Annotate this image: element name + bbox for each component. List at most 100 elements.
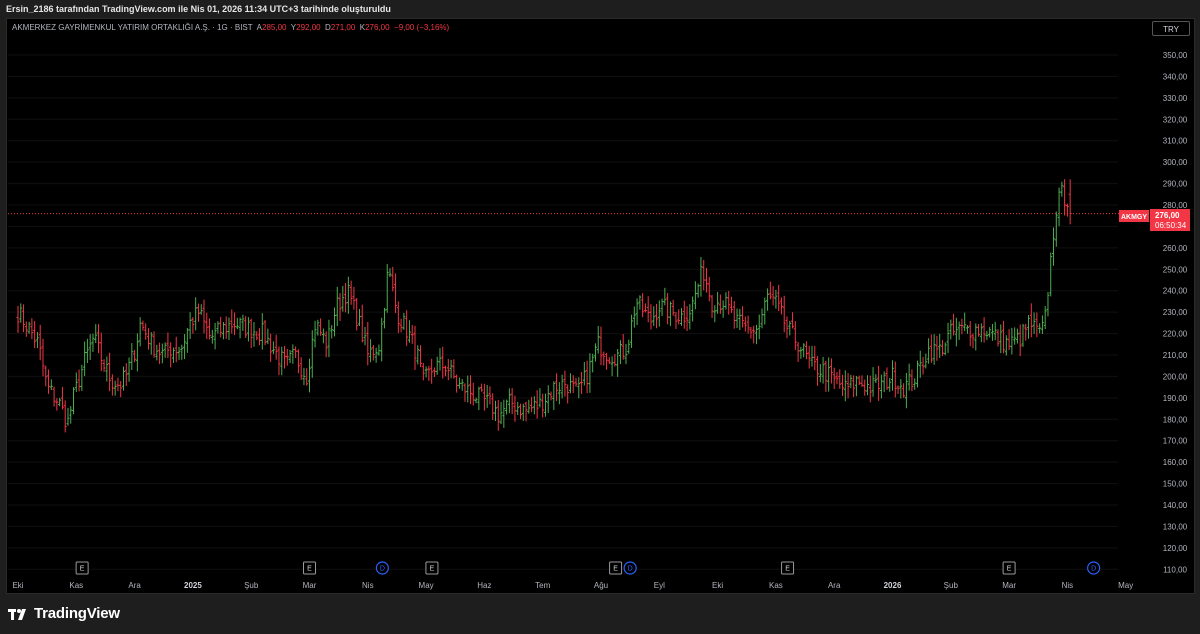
ohlc-bar <box>624 344 628 365</box>
time-tick-label: Şub <box>944 581 959 590</box>
ohlc-bar <box>258 328 262 346</box>
ohlc-bar <box>116 377 120 392</box>
ohlc-bar <box>974 323 978 351</box>
ohlc-bar <box>349 280 353 305</box>
ohlc-bar <box>527 399 531 414</box>
ohlc-bar <box>283 345 287 369</box>
price-tag-value: 276,00 <box>1155 211 1180 220</box>
event-marker-label: E <box>80 566 85 573</box>
ohlc-bar <box>749 326 753 339</box>
ohlc-bar <box>638 295 642 310</box>
price-tick-label: 340,00 <box>1163 72 1188 81</box>
ohlc-bar <box>866 375 870 396</box>
ohlc-bar <box>940 340 944 356</box>
ohlc-bar <box>288 349 292 364</box>
ohlc-bar <box>155 344 159 361</box>
price-tick-label: 230,00 <box>1163 308 1188 317</box>
time-tick-label: Şub <box>244 581 259 590</box>
ohlc-bar <box>1021 323 1025 347</box>
ohlc-bar <box>446 359 450 381</box>
ohlc-bar <box>954 317 958 347</box>
ohlc-bar <box>630 314 634 348</box>
ohlc-bar <box>246 317 250 342</box>
ohlc-bar <box>158 342 162 364</box>
ohlc-bar <box>541 393 545 418</box>
ohlc-bar <box>99 332 103 372</box>
ohlc-bar <box>230 309 234 334</box>
ohlc-bar <box>710 294 714 319</box>
ohlc-bar <box>452 359 456 379</box>
price-tick-label: 110,00 <box>1163 565 1187 574</box>
tradingview-logo[interactable]: TradingView <box>8 605 120 622</box>
ohlc-bar <box>191 317 195 334</box>
ohlc-bar <box>24 321 28 337</box>
time-tick-label: Haz <box>477 581 491 590</box>
ohlc-bar <box>16 305 20 333</box>
ohlc-bar <box>274 334 278 360</box>
ohlc-bar <box>474 397 478 404</box>
ohlc-bar <box>613 353 617 367</box>
ohlc-bar <box>727 290 731 315</box>
ohlc-bar <box>852 375 856 398</box>
ohlc-bar <box>63 400 67 433</box>
ohlc-bar <box>341 285 345 312</box>
ohlc-bar <box>108 352 112 392</box>
symbol-legend: AKMERKEZ GAYRİMENKUL YATIRIM ORTAKLIĞI A… <box>12 23 449 32</box>
high-value: 292,00 <box>296 23 321 32</box>
ohlc-bar <box>904 372 908 409</box>
ohlc-bar <box>854 375 858 397</box>
ohlc-bar <box>713 305 717 323</box>
ohlc-bar <box>646 296 650 323</box>
price-tick-label: 310,00 <box>1163 137 1188 146</box>
ohlc-bar <box>518 403 522 420</box>
ohlc-bar <box>294 346 298 359</box>
ohlc-bar <box>596 325 600 354</box>
ohlc-bar <box>491 393 495 420</box>
ohlc-bar <box>208 318 212 340</box>
ohlc-bar <box>524 401 528 422</box>
ohlc-bar <box>382 307 386 329</box>
ohlc-bar <box>424 366 428 378</box>
ohlc-bar <box>1038 323 1042 334</box>
ohlc-bar <box>471 382 475 406</box>
time-tick-label: Eki <box>12 581 23 590</box>
ohlc-bar <box>72 387 76 415</box>
ohlc-bar <box>285 348 289 366</box>
ohlc-bar <box>963 312 967 332</box>
ohlc-bar <box>816 356 820 386</box>
price-tick-label: 120,00 <box>1163 544 1188 553</box>
ohlc-bar <box>69 406 73 424</box>
ohlc-bar <box>177 346 181 360</box>
ohlc-bar <box>1065 203 1069 217</box>
ohlc-bar <box>213 322 217 350</box>
ohlc-bar <box>432 367 436 378</box>
price-chart[interactable]: 110,00 120,00 130,00 140,00 150,00 160,00 170,… <box>0 0 1200 634</box>
price-axis[interactable]: 110,00 120,00 130,00 140,00 150,00 160,00 170,… <box>1163 51 1188 574</box>
ohlc-bar <box>19 303 23 323</box>
ohlc-bar <box>449 359 453 379</box>
currency-button[interactable]: TRY <box>1152 21 1190 36</box>
ohlc-bar <box>113 380 117 396</box>
ohlc-bar <box>1002 320 1006 354</box>
ohlc-bar <box>927 338 931 364</box>
ohlc-bar <box>310 330 314 378</box>
ohlc-bar <box>335 286 339 327</box>
ohlc-bar <box>891 360 894 391</box>
ohlc-bar <box>385 263 389 313</box>
ohlc-bar <box>27 321 31 334</box>
ohlc-bar <box>1057 187 1061 227</box>
event-marker-label: E <box>307 566 312 573</box>
ohlc-bar <box>66 407 70 426</box>
footer-bar <box>0 594 1200 634</box>
price-tick-label: 220,00 <box>1163 330 1188 339</box>
ohlc-bar <box>957 321 961 340</box>
time-tick-label: Mar <box>303 581 317 590</box>
ohlc-bar <box>355 298 359 331</box>
ohlc-bar <box>74 372 78 392</box>
time-axis[interactable]: Eki Kas Ara 2025 Şub Mar Nis May Haz Tem Ağu Eyl Eki… <box>12 581 1133 590</box>
ohlc-bar <box>399 318 403 333</box>
ohlc-bar <box>188 312 192 340</box>
ohlc-bar <box>238 317 242 339</box>
ohlc-bar <box>557 382 561 405</box>
ohlc-bar <box>496 399 500 431</box>
